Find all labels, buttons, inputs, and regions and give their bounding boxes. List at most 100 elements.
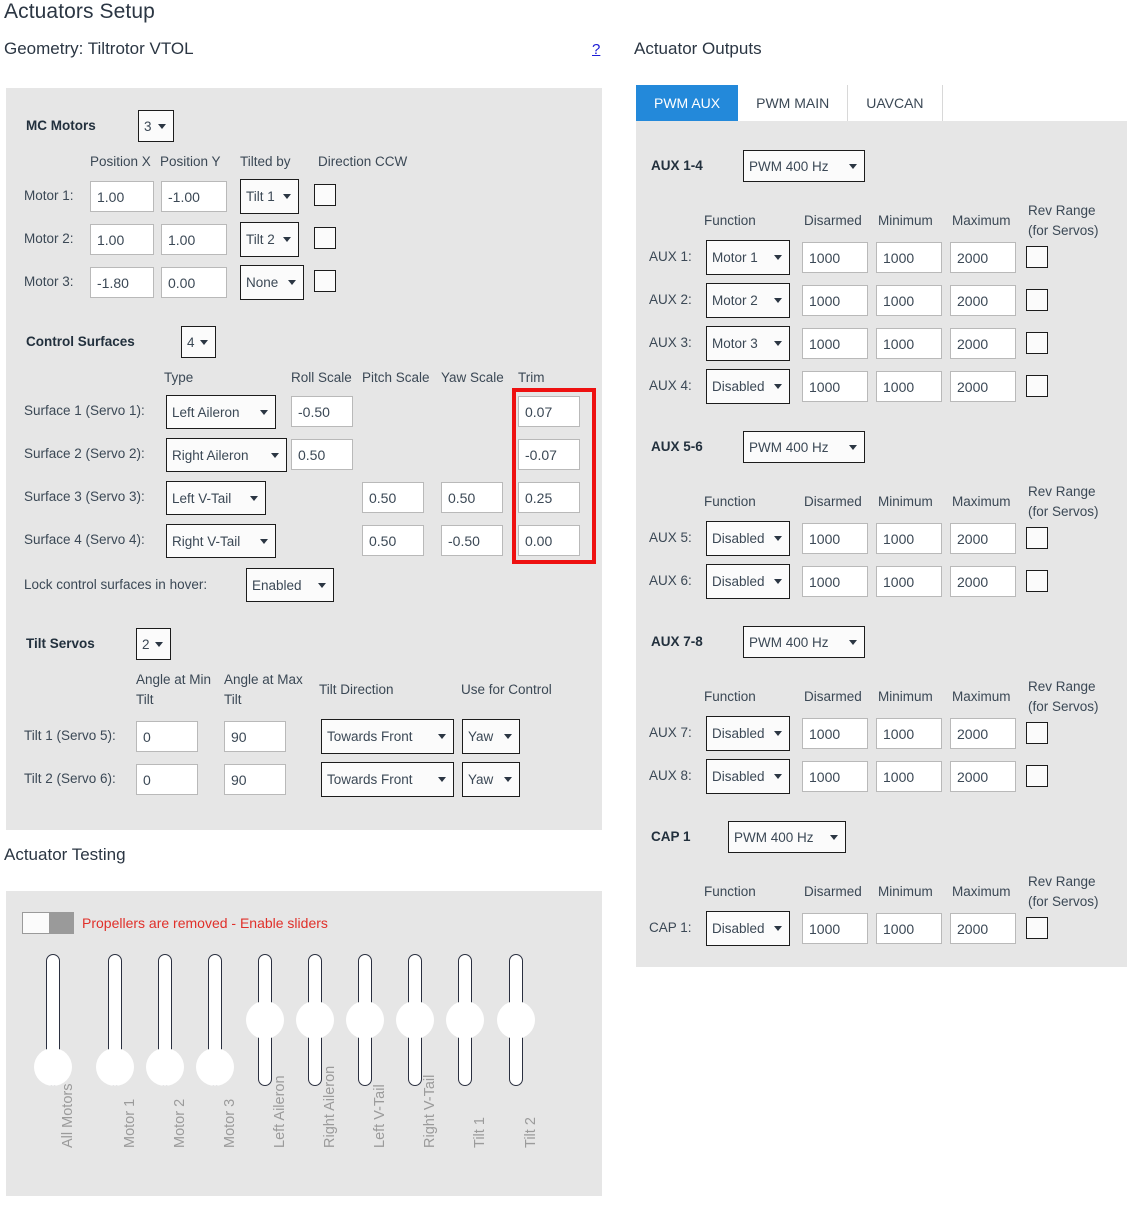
tab-uavcan[interactable]: UAVCAN — [848, 85, 942, 121]
output-rate-select-0[interactable]: PWM 400 Hz — [743, 150, 865, 182]
slider-all-motors[interactable] — [46, 954, 60, 1086]
output-disarmed-aux-5[interactable]: 1000 — [802, 523, 868, 554]
surface-trim-3[interactable]: 0.25 — [518, 482, 580, 513]
output-rev-range-checkbox-aux-3[interactable] — [1026, 332, 1048, 354]
output-function-select-aux-3[interactable]: Motor 3 — [706, 326, 790, 361]
output-maximum-aux-7[interactable]: 2000 — [950, 718, 1016, 749]
output-rev-range-checkbox-aux-7[interactable] — [1026, 722, 1048, 744]
mc-motor-ccw-checkbox-3[interactable] — [314, 270, 336, 292]
surface-trim-4[interactable]: 0.00 — [518, 525, 580, 556]
output-minimum-aux-7[interactable]: 1000 — [876, 718, 942, 749]
surface-roll-scale-1[interactable]: -0.50 — [291, 396, 353, 427]
tilt-use-for-control-select-1[interactable]: Yaw — [462, 719, 520, 754]
output-maximum-aux-1[interactable]: 2000 — [950, 242, 1016, 273]
mc-motor-posx-1[interactable]: 1.00 — [90, 181, 154, 212]
output-maximum-aux-6[interactable]: 2000 — [950, 566, 1016, 597]
slider-motor-2[interactable] — [158, 954, 172, 1086]
output-rev-range-checkbox-aux-5[interactable] — [1026, 527, 1048, 549]
output-function-select-aux-2[interactable]: Motor 2 — [706, 283, 790, 318]
slider-handle[interactable] — [146, 1048, 184, 1086]
output-minimum-aux-6[interactable]: 1000 — [876, 566, 942, 597]
output-minimum-aux-1[interactable]: 1000 — [876, 242, 942, 273]
tilt-use-for-control-select-2[interactable]: Yaw — [462, 762, 520, 797]
output-maximum-aux-8[interactable]: 2000 — [950, 761, 1016, 792]
slider-left-aileron[interactable] — [258, 954, 272, 1086]
surface-type-select-2[interactable]: Right Aileron — [166, 438, 287, 472]
output-maximum-aux-5[interactable]: 2000 — [950, 523, 1016, 554]
slider-right-v-tail[interactable] — [408, 954, 422, 1086]
output-minimum-aux-3[interactable]: 1000 — [876, 328, 942, 359]
help-link[interactable]: ? — [592, 41, 600, 58]
tab-pwm-main[interactable]: PWM MAIN — [738, 85, 848, 121]
slider-handle[interactable] — [96, 1048, 134, 1086]
output-maximum-aux-3[interactable]: 2000 — [950, 328, 1016, 359]
output-disarmed-cap-1[interactable]: 1000 — [802, 913, 868, 944]
output-function-select-aux-5[interactable]: Disabled — [706, 521, 790, 556]
output-rate-select-3[interactable]: PWM 400 Hz — [728, 821, 846, 853]
surface-type-select-1[interactable]: Left Aileron — [166, 395, 276, 429]
surface-pitch-scale-3[interactable]: 0.50 — [362, 482, 424, 513]
mc-motor-posx-2[interactable]: 1.00 — [90, 224, 154, 255]
output-rev-range-checkbox-aux-2[interactable] — [1026, 289, 1048, 311]
slider-handle[interactable] — [396, 1001, 434, 1039]
mc-motors-count-select[interactable]: 3 — [138, 110, 174, 142]
output-function-select-aux-6[interactable]: Disabled — [706, 564, 790, 599]
tab-pwm-aux[interactable]: PWM AUX — [636, 85, 738, 121]
output-function-select-aux-7[interactable]: Disabled — [706, 716, 790, 751]
slider-handle[interactable] — [246, 1001, 284, 1039]
output-function-select-cap-1[interactable]: Disabled — [706, 911, 790, 946]
output-rev-range-checkbox-cap-1[interactable] — [1026, 917, 1048, 939]
output-rev-range-checkbox-aux-1[interactable] — [1026, 246, 1048, 268]
output-minimum-aux-4[interactable]: 1000 — [876, 371, 942, 402]
output-maximum-cap-1[interactable]: 2000 — [950, 913, 1016, 944]
slider-left-v-tail[interactable] — [358, 954, 372, 1086]
surface-yaw-scale-4[interactable]: -0.50 — [441, 525, 503, 556]
output-minimum-cap-1[interactable]: 1000 — [876, 913, 942, 944]
tilt-direction-select-1[interactable]: Towards Front — [321, 719, 454, 754]
slider-handle[interactable] — [497, 1001, 535, 1039]
output-disarmed-aux-6[interactable]: 1000 — [802, 566, 868, 597]
output-minimum-aux-8[interactable]: 1000 — [876, 761, 942, 792]
output-disarmed-aux-8[interactable]: 1000 — [802, 761, 868, 792]
output-rate-select-1[interactable]: PWM 400 Hz — [743, 431, 865, 463]
tilt-max-angle-2[interactable]: 90 — [224, 764, 286, 795]
mc-motor-posy-1[interactable]: -1.00 — [161, 181, 227, 212]
mc-motor-ccw-checkbox-1[interactable] — [314, 184, 336, 206]
output-maximum-aux-2[interactable]: 2000 — [950, 285, 1016, 316]
output-rev-range-checkbox-aux-8[interactable] — [1026, 765, 1048, 787]
tilt-min-angle-2[interactable]: 0 — [136, 764, 198, 795]
surface-trim-1[interactable]: 0.07 — [518, 396, 580, 427]
surface-type-select-3[interactable]: Left V-Tail — [166, 481, 266, 515]
enable-sliders-toggle[interactable] — [22, 912, 74, 934]
slider-tilt-1[interactable] — [458, 954, 472, 1086]
tilt-max-angle-1[interactable]: 90 — [224, 721, 286, 752]
slider-right-aileron[interactable] — [308, 954, 322, 1086]
mc-motor-tilted-by-2[interactable]: Tilt 2 — [240, 222, 299, 257]
output-rate-select-2[interactable]: PWM 400 Hz — [743, 626, 865, 658]
slider-tilt-2[interactable] — [509, 954, 523, 1086]
tilt-min-angle-1[interactable]: 0 — [136, 721, 198, 752]
mc-motor-tilted-by-1[interactable]: Tilt 1 — [240, 179, 299, 214]
mc-motor-ccw-checkbox-2[interactable] — [314, 227, 336, 249]
surface-trim-2[interactable]: -0.07 — [518, 439, 580, 470]
surface-roll-scale-2[interactable]: 0.50 — [291, 439, 353, 470]
slider-motor-3[interactable] — [208, 954, 222, 1086]
surface-type-select-4[interactable]: Right V-Tail — [166, 524, 276, 558]
tilt-direction-select-2[interactable]: Towards Front — [321, 762, 454, 797]
output-function-select-aux-4[interactable]: Disabled — [706, 369, 790, 404]
mc-motor-posx-3[interactable]: -1.80 — [90, 267, 154, 298]
output-rev-range-checkbox-aux-4[interactable] — [1026, 375, 1048, 397]
output-disarmed-aux-4[interactable]: 1000 — [802, 371, 868, 402]
output-disarmed-aux-7[interactable]: 1000 — [802, 718, 868, 749]
slider-handle[interactable] — [296, 1001, 334, 1039]
slider-motor-1[interactable] — [108, 954, 122, 1086]
mc-motor-posy-3[interactable]: 0.00 — [161, 267, 227, 298]
surface-pitch-scale-4[interactable]: 0.50 — [362, 525, 424, 556]
mc-motor-tilted-by-3[interactable]: None — [240, 265, 304, 300]
control-surfaces-count-select[interactable]: 4 — [181, 326, 216, 358]
slider-handle[interactable] — [196, 1048, 234, 1086]
output-disarmed-aux-2[interactable]: 1000 — [802, 285, 868, 316]
slider-handle[interactable] — [446, 1001, 484, 1039]
output-disarmed-aux-1[interactable]: 1000 — [802, 242, 868, 273]
lock-control-surfaces-select[interactable]: Enabled — [246, 568, 334, 602]
